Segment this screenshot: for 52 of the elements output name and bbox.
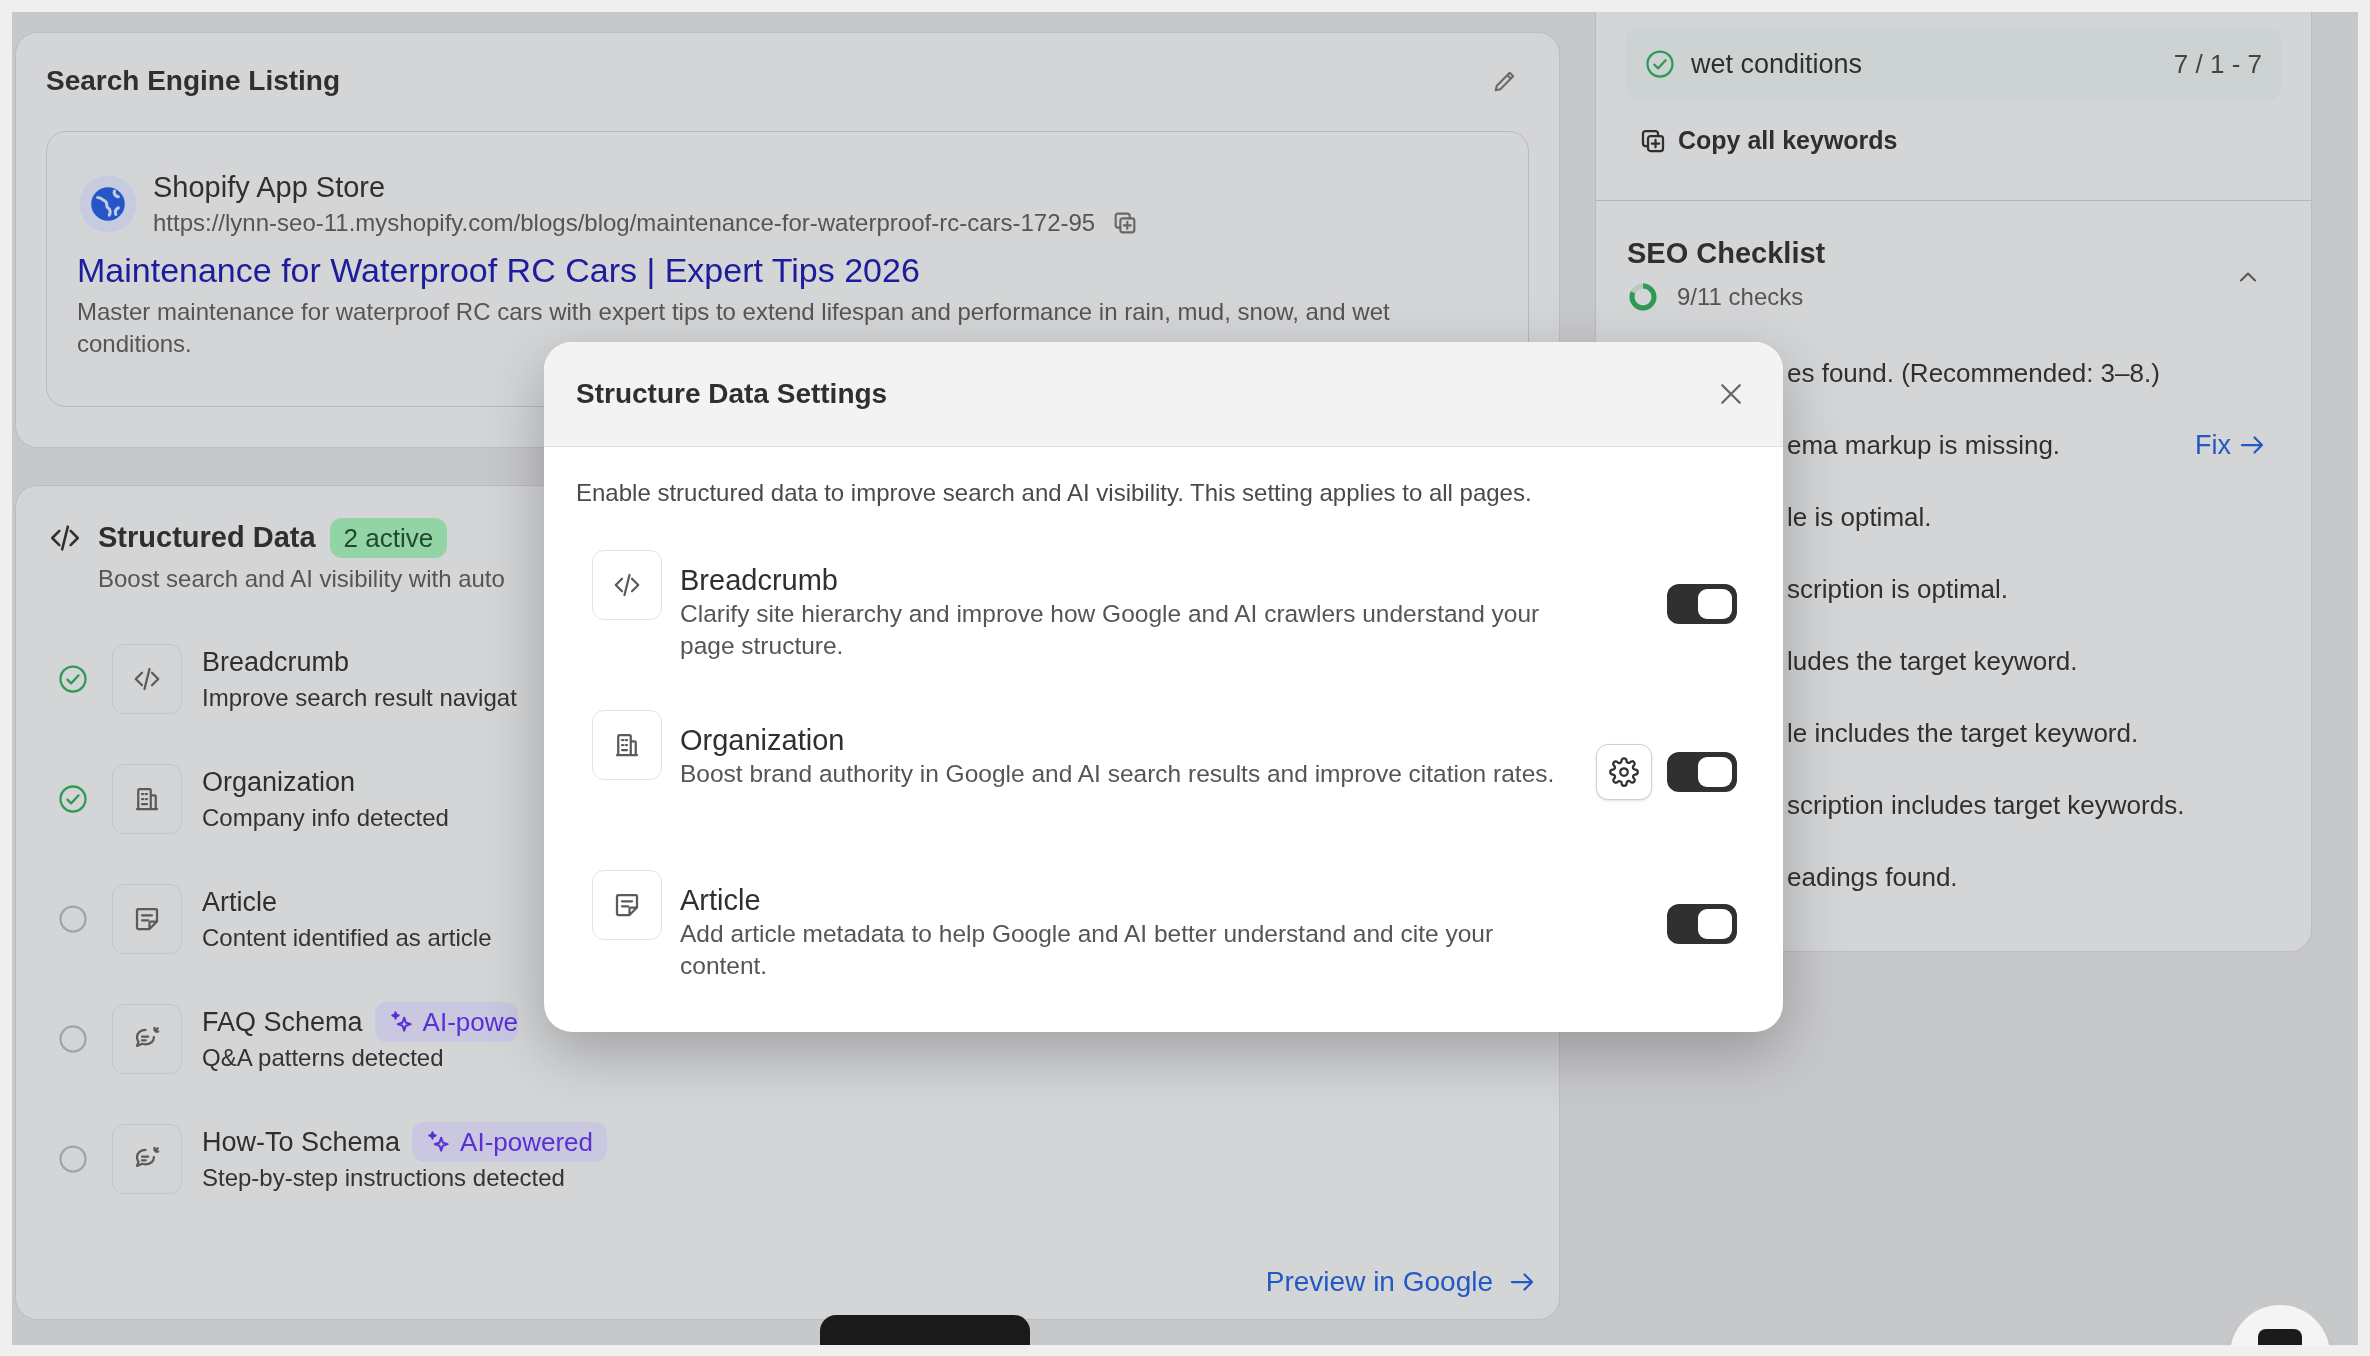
settings-button[interactable] xyxy=(1596,744,1652,800)
setting-title: Article xyxy=(680,883,761,918)
setting-description: Add article metadata to help Google and AI better understand and cite your content. xyxy=(680,919,1495,981)
checklist-item-text: ema markup is missing. xyxy=(1787,428,2061,462)
item-description: Content identified as article xyxy=(202,923,492,953)
item-description: Improve search result navigat xyxy=(202,683,517,713)
progress-ring xyxy=(1627,281,1659,313)
checklist-item-text: le is optimal. xyxy=(1787,500,1932,534)
dialog-description: Enable structured data to improve search and AI visibility. This setting applies to all pages. xyxy=(576,478,1533,508)
page-url: https://lynn-seo-11.myshopify.com/blogs/blog/maintenance-for-waterproof-rc-cars-172-95 xyxy=(153,208,1096,238)
setting-description: Boost brand authority in Google and AI search results and improve citation rates. xyxy=(680,759,1555,789)
globe-icon xyxy=(77,173,139,235)
card-title: Search Engine Listing xyxy=(46,64,341,98)
setting-description: Clarify site hierarchy and improve how Google and AI crawlers understand your page structure. xyxy=(680,599,1541,661)
section-subtitle: Boost search and AI visibility with auto xyxy=(98,564,505,594)
settings-icon xyxy=(1609,757,1639,787)
status-badge: 2 active xyxy=(329,518,448,558)
check-circle-icon xyxy=(1645,49,1675,79)
checklist-item-text: ludes the target keyword. xyxy=(1787,644,2078,678)
item-title: Organization xyxy=(202,765,356,799)
page-title-link[interactable]: Maintenance for Waterproof RC Cars | Expert Tips 2026 xyxy=(77,248,1498,292)
copy-keywords-button[interactable]: Copy all keywords xyxy=(1638,116,1898,166)
checklist-item-text: es found. (Recommended: 3–8.) xyxy=(1787,356,2160,390)
preview-link[interactable]: Preview in Google xyxy=(1265,1261,1537,1303)
checklist-item-text: scription is optimal. xyxy=(1787,572,2009,606)
sparkle-icon xyxy=(388,1009,415,1035)
toggle-switch[interactable] xyxy=(1667,752,1737,792)
item-description: Q&A patterns detected xyxy=(202,1043,445,1073)
section-title: Structured Data xyxy=(98,520,316,556)
ai-badge: AI-powered xyxy=(412,1122,608,1162)
dialog-title: Structure Data Settings xyxy=(576,377,888,411)
progress-text: 9/11 checks xyxy=(1677,282,1804,312)
setting-title: Breadcrumb xyxy=(680,563,838,598)
toggle-switch[interactable] xyxy=(1667,904,1737,944)
item-title: How-To Schema xyxy=(202,1125,401,1159)
keyword-text: wet conditions xyxy=(1691,47,1863,81)
site-name: Shopify App Store xyxy=(153,170,387,205)
page-description: Master maintenance for waterproof RC cars with expert tips to extend lifespan and performance in rain, mud, snow, and wet conditions. xyxy=(77,297,1391,359)
item-title: FAQ Schema xyxy=(202,1005,363,1039)
item-description: Step-by-step instructions detected xyxy=(202,1163,566,1193)
checklist-item-text: le includes the target keyword. xyxy=(1787,716,2139,750)
item-description: Company info detected xyxy=(202,803,449,833)
ai-badge: AI-powe xyxy=(374,1002,518,1042)
checklist-item-text: scription includes target keywords. xyxy=(1787,788,2185,822)
fix-link[interactable]: Fix xyxy=(2195,424,2267,466)
setting-title: Organization xyxy=(680,723,845,758)
checklist-item-text: eadings found. xyxy=(1787,860,1958,894)
section-title: SEO Checklist xyxy=(1627,236,1826,271)
item-title: Article xyxy=(202,885,277,919)
toggle-switch[interactable] xyxy=(1667,584,1737,624)
item-title: Breadcrumb xyxy=(202,645,350,679)
keyword-count: 7 / 1 - 7 xyxy=(2173,47,2262,81)
